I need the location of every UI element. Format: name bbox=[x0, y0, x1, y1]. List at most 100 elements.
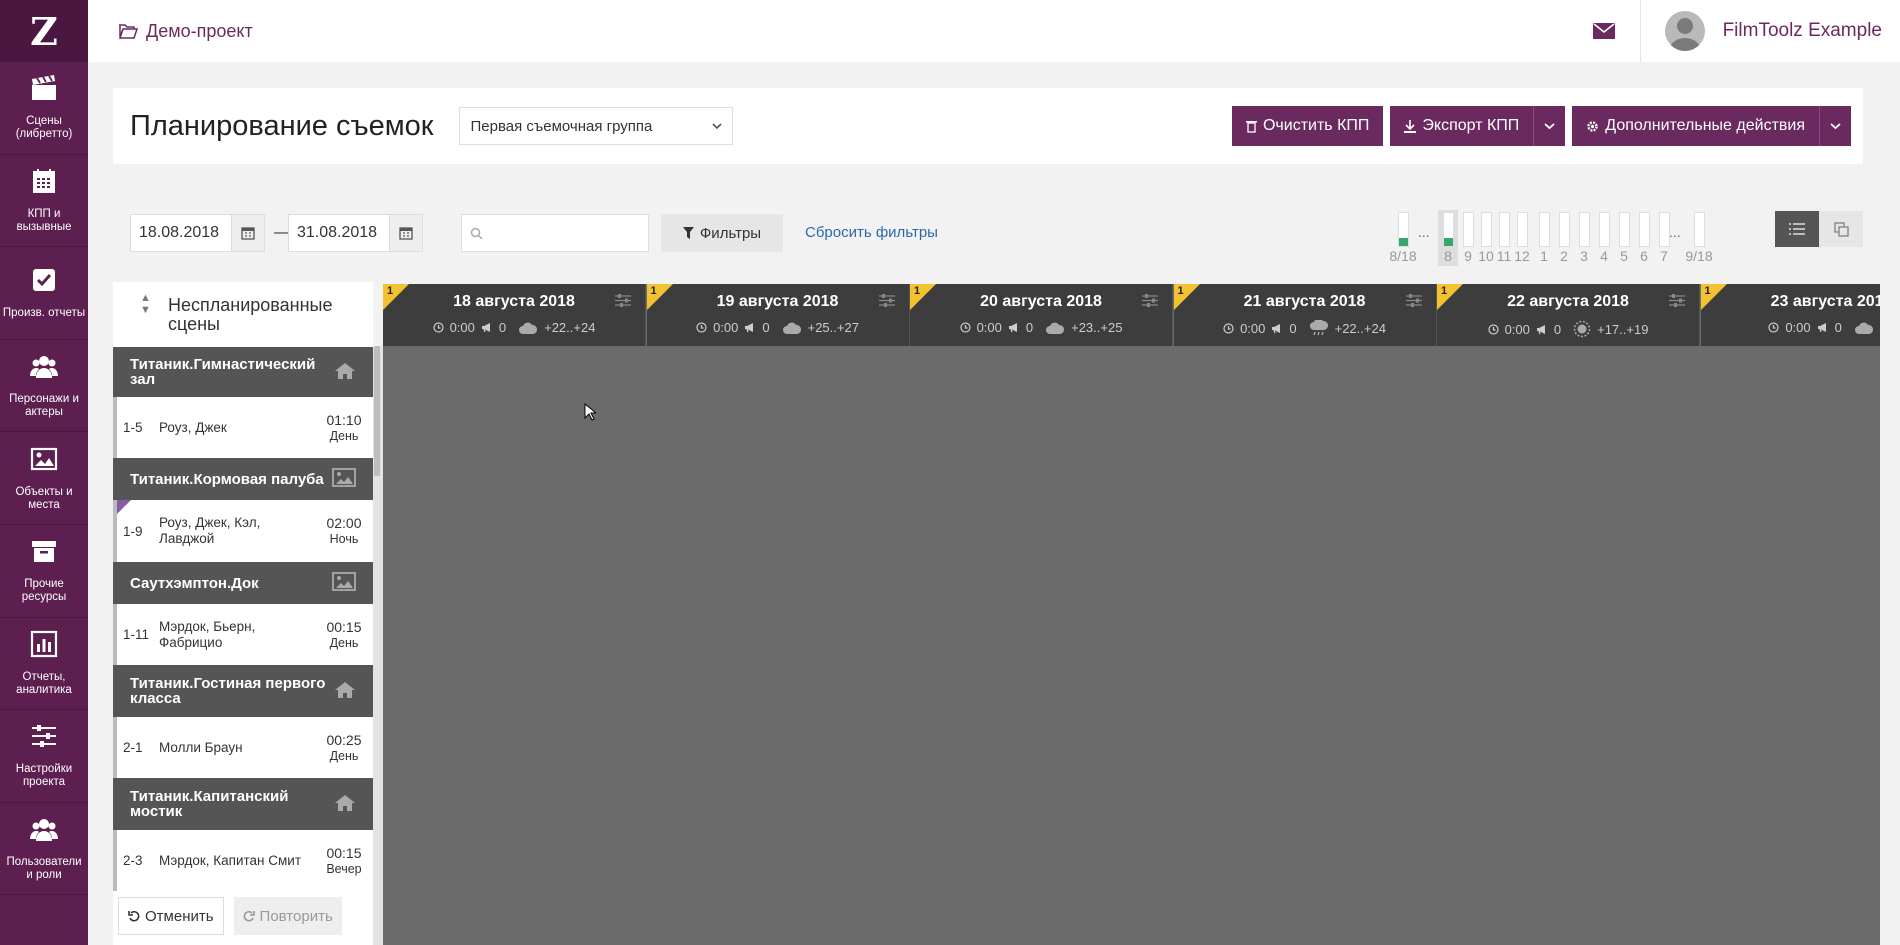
view-toggle bbox=[1775, 211, 1863, 247]
sort-icon[interactable]: ▲ ▼ bbox=[140, 292, 151, 316]
location-header[interactable]: Титаник.Гостиная первого класса bbox=[113, 665, 373, 717]
day-scene-count: 0 bbox=[1553, 321, 1562, 337]
sidebar-item-8[interactable]: Пользователи и роли bbox=[0, 803, 88, 896]
calendar-icon bbox=[30, 167, 58, 208]
scene-time: 01:10 День bbox=[315, 412, 373, 444]
date-from-calendar-button[interactable] bbox=[231, 215, 264, 251]
day-scene-count: 0 bbox=[498, 320, 507, 335]
project-name[interactable]: Демо-проект bbox=[146, 21, 253, 42]
scene-number: 1-9 bbox=[123, 523, 143, 539]
location-header[interactable]: Титаник.Капитанский мостик bbox=[113, 778, 373, 830]
scene-row[interactable]: 2-3 Мэрдок, Капитан Смит 00:15 Вечер bbox=[113, 830, 373, 891]
sidebar-item-3[interactable]: Персонажи и актеры bbox=[0, 340, 88, 433]
scenes-scrollbar[interactable] bbox=[373, 346, 383, 945]
date-from-field[interactable]: 18.08.2018 bbox=[130, 214, 265, 252]
top-bar: Демо-проект FilmToolz Example bbox=[88, 0, 1900, 62]
sidebar-item-label: Настройки проекта bbox=[15, 763, 73, 789]
megaphone-icon bbox=[1008, 323, 1017, 333]
clear-schedule-button[interactable]: Очистить КПП bbox=[1231, 106, 1384, 146]
scene-number: 2-3 bbox=[123, 853, 143, 868]
scene-time: 02:00 Ночь bbox=[315, 515, 373, 547]
bar-chart-icon bbox=[30, 630, 58, 671]
day-column-header[interactable]: 1 19 августа 2018 0:00 0 +25..+27 bbox=[646, 284, 910, 346]
day-strip-ellipsis: ... bbox=[1418, 224, 1430, 240]
clock-icon bbox=[1768, 322, 1779, 333]
undo-button[interactable]: Отменить bbox=[118, 897, 224, 935]
more-actions-dropdown-toggle[interactable] bbox=[1819, 106, 1851, 146]
breadcrumb[interactable]: Демо-проект bbox=[118, 21, 253, 42]
day-column-header[interactable]: 1 22 августа 2018 0:00 0 +17..+19 bbox=[1437, 284, 1700, 346]
user-group-icon bbox=[30, 815, 58, 856]
funnel-icon bbox=[682, 227, 694, 239]
day-load-fill bbox=[1444, 237, 1453, 246]
avatar[interactable] bbox=[1664, 11, 1705, 51]
calendar-icon bbox=[399, 227, 413, 240]
reset-filters-link[interactable]: Сбросить фильтры bbox=[805, 224, 938, 241]
day-strip-label: 8/18 bbox=[1389, 248, 1417, 264]
location-header[interactable]: Титаник.Гимнастический зал bbox=[113, 347, 373, 397]
day-duration: 0:00 bbox=[449, 320, 475, 335]
mouse-cursor-icon bbox=[584, 403, 596, 421]
sliders-icon bbox=[30, 722, 58, 763]
list-view-button[interactable] bbox=[1775, 211, 1819, 247]
day-load-bar bbox=[1398, 212, 1409, 247]
day-strip-item[interactable]: 8/18 bbox=[1389, 210, 1417, 266]
sidebar-item-7[interactable]: Настройки проекта bbox=[0, 710, 88, 803]
archive-icon bbox=[30, 537, 58, 578]
sidebar-item-2[interactable]: Произв. отчеты bbox=[0, 247, 88, 340]
sliders-icon[interactable] bbox=[1669, 294, 1685, 312]
sliders-icon[interactable] bbox=[615, 294, 631, 312]
scene-row[interactable]: 1-11 Мэрдок, Бьерн, Фабрицио 00:15 День bbox=[113, 604, 373, 665]
download-icon bbox=[1404, 119, 1417, 133]
sidebar-item-label: КПП и вызывные bbox=[16, 207, 72, 233]
day-column-header[interactable]: 1 21 августа 2018 0:00 0 +22..+24 bbox=[1173, 284, 1437, 346]
scene-cast: Роуз, Джек bbox=[159, 419, 227, 435]
sliders-icon[interactable] bbox=[1405, 294, 1422, 312]
date-from-value[interactable]: 18.08.2018 bbox=[131, 224, 231, 242]
sidebar-item-5[interactable]: Прочие ресурсы bbox=[0, 525, 88, 618]
location-header[interactable]: Титаник.Кормовая палуба bbox=[113, 458, 373, 500]
export-dropdown-toggle[interactable] bbox=[1533, 106, 1565, 146]
sidebar-item-1[interactable]: КПП и вызывные bbox=[0, 155, 88, 248]
user-name[interactable]: FilmToolz Example bbox=[1723, 20, 1882, 42]
mail-button[interactable] bbox=[1569, 0, 1641, 62]
day-column-header[interactable]: 1 18 августа 2018 0:00 0 +22..+24 bbox=[383, 284, 646, 346]
clone-icon bbox=[1833, 221, 1849, 237]
sliders-icon[interactable] bbox=[878, 294, 895, 312]
scene-duration: 00:15 bbox=[326, 618, 362, 635]
day-column-header[interactable]: 123 августа 20180:000+2 bbox=[1700, 284, 1880, 346]
day-column-header[interactable]: 1 20 августа 2018 0:00 0 +23..+25 bbox=[910, 284, 1173, 346]
filters-button[interactable]: Фильтры bbox=[661, 214, 783, 252]
sliders-icon[interactable] bbox=[1142, 294, 1158, 312]
sidebar-item-6[interactable]: Отчеты, аналитика bbox=[0, 618, 88, 711]
date-to-value[interactable]: 31.08.2018 bbox=[289, 224, 389, 242]
day-strip-item[interactable]: 9/18 bbox=[1685, 210, 1713, 266]
megaphone-icon bbox=[1536, 324, 1545, 334]
cards-view-button[interactable] bbox=[1819, 211, 1863, 247]
group-select[interactable]: Первая съемочная группа bbox=[459, 107, 734, 145]
schedule-board[interactable]: 1 18 августа 2018 0:00 0 +22..+24 1 19 августа… bbox=[383, 284, 1880, 945]
app-logo[interactable]: Z bbox=[0, 0, 88, 62]
megaphone-icon bbox=[481, 323, 490, 333]
export-schedule-button[interactable]: Экспорт КПП bbox=[1390, 106, 1566, 146]
list-icon bbox=[1789, 223, 1805, 235]
sidebar-item-0[interactable]: Сцены (либретто) bbox=[0, 62, 88, 155]
search-input[interactable] bbox=[461, 214, 649, 252]
scrollbar-thumb[interactable] bbox=[374, 346, 380, 476]
day-meta: 0:00 0 +22..+24 bbox=[383, 320, 645, 335]
day-load-bar bbox=[1539, 212, 1550, 247]
date-to-calendar-button[interactable] bbox=[389, 215, 422, 251]
unplanned-scenes-header: ▲ ▼ Неспланированные сцены bbox=[113, 282, 373, 347]
redo-button[interactable]: Повторить bbox=[233, 897, 342, 935]
scene-row[interactable]: 1-9 Роуз, Джек, Кэл, Лавджой 02:00 Ночь bbox=[113, 500, 373, 562]
search-icon bbox=[470, 227, 483, 240]
more-actions-button[interactable]: Дополнительные действия bbox=[1572, 106, 1851, 146]
scene-row[interactable]: 2-1 Молли Браун 00:25 День bbox=[113, 717, 373, 778]
scene-row[interactable]: 1-5 Роуз, Джек 01:10 День bbox=[113, 397, 373, 458]
sidebar-item-4[interactable]: Объекты и места bbox=[0, 432, 88, 525]
trash-icon bbox=[1245, 120, 1257, 133]
location-header[interactable]: Саутхэмптон.Док bbox=[113, 562, 373, 604]
date-to-field[interactable]: 31.08.2018 bbox=[288, 214, 423, 252]
sidebar-item-label: Персонажи и актеры bbox=[9, 393, 79, 419]
scene-cast: Роуз, Джек, Кэл, Лавджой bbox=[159, 515, 261, 546]
